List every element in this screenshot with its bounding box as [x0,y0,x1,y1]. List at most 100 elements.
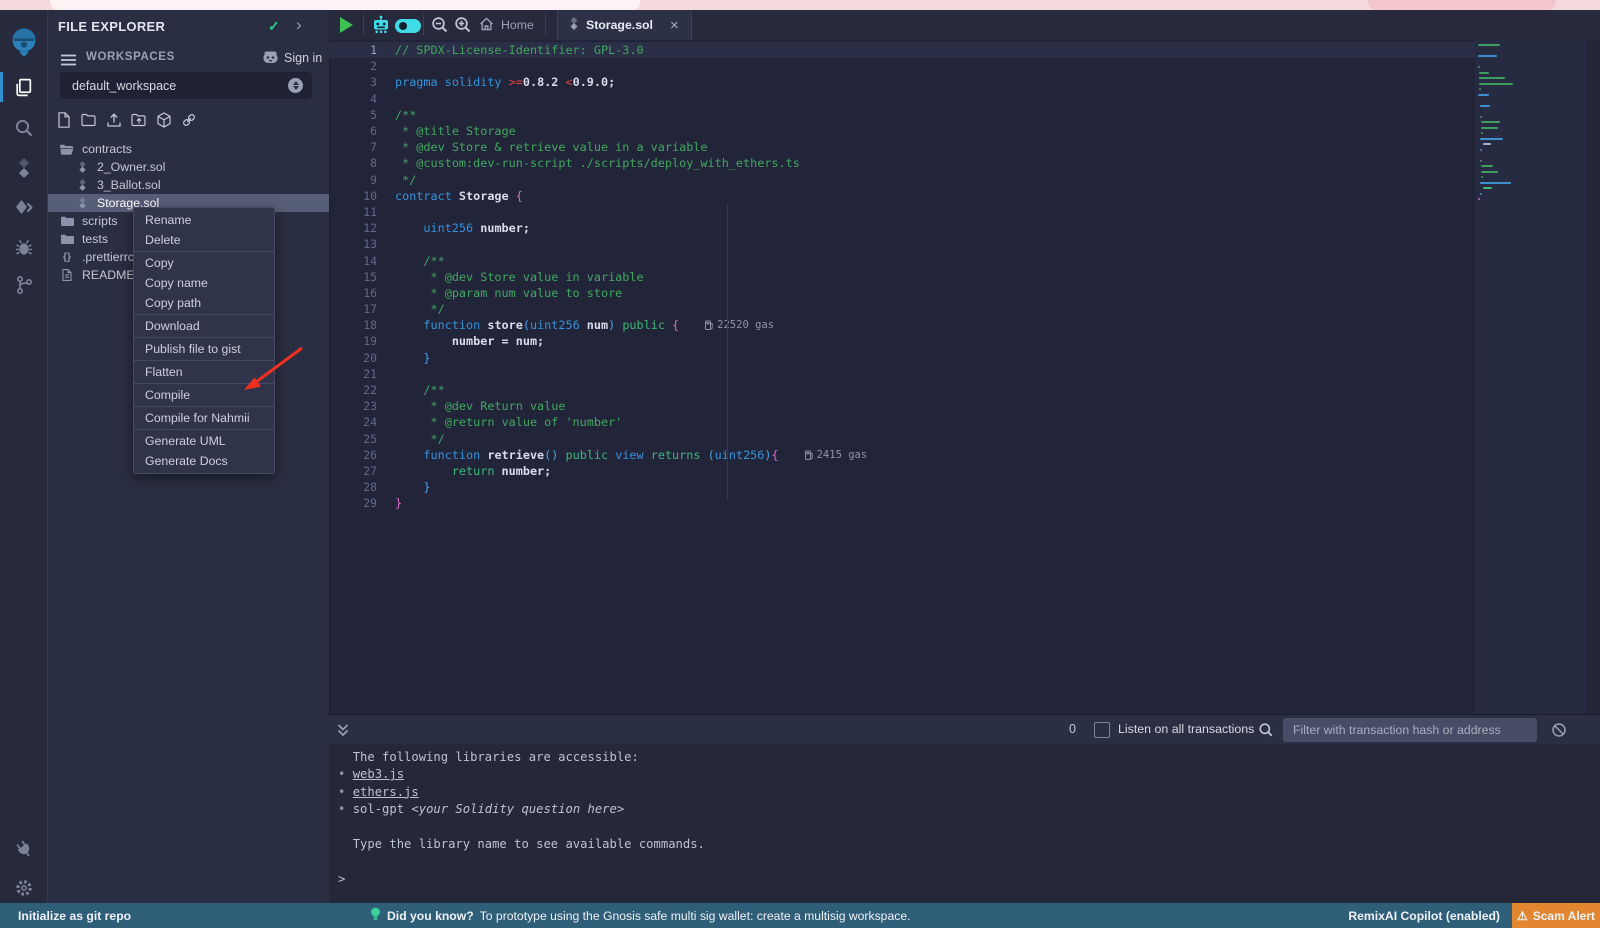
plugin-manager-icon[interactable] [0,832,47,866]
new-file-icon[interactable] [56,112,72,128]
code-line-29[interactable]: 29} [329,495,1475,511]
minimap-line [1481,127,1498,129]
sign-in-button[interactable]: Sign in [262,49,322,67]
line-number: 4 [329,92,377,106]
context-menu-item-generate-uml[interactable]: Generate UML [134,431,274,451]
code-line-20[interactable]: 20 } [329,350,1475,366]
code-line-11[interactable]: 11 [329,204,1475,220]
code-line-3[interactable]: 3pragma solidity >=0.8.2 <0.9.0; [329,74,1475,90]
home-icon [479,17,494,34]
line-number: 17 [329,302,377,316]
code-line-8[interactable]: 8 * @custom:dev-run-script ./scripts/dep… [329,155,1475,171]
search-icon[interactable] [0,111,47,145]
context-menu-item-copy-name[interactable]: Copy name [134,273,274,293]
minimap-line [1480,149,1482,151]
collapse-chevron-icon[interactable]: › [296,15,302,35]
solidity-file-icon [569,17,579,33]
copilot-toggle[interactable] [395,19,421,33]
code-line-2[interactable]: 2 [329,58,1475,74]
code-line-6[interactable]: 6 * @title Storage [329,123,1475,139]
terminal-link[interactable]: web3.js [353,767,404,781]
terminal-output[interactable]: > The following libraries are accessible… [329,744,1600,903]
zoom-out-icon[interactable] [430,15,450,40]
code-line-13[interactable]: 13 [329,236,1475,252]
code-line-25[interactable]: 25 */ [329,431,1475,447]
init-git-repo-button[interactable]: Initialize as git repo [18,903,131,928]
upload-folder-icon[interactable] [131,112,147,128]
workspaces-menu-icon[interactable] [61,53,76,71]
tab-home[interactable]: Home [479,10,534,40]
gas-estimate-badge: 22520 gas [705,319,774,331]
minimap-line [1478,44,1500,46]
code-line-9[interactable]: 9 */ [329,172,1475,188]
tree-item-3-ballot-sol[interactable]: 3_Ballot.sol [48,176,329,194]
remix-logo[interactable] [0,24,47,62]
code-line-10[interactable]: 10contract Storage { [329,188,1475,204]
workspace-select[interactable]: default_workspace [60,72,312,99]
code-text: * @custom:dev-run-script ./scripts/deplo… [395,156,800,170]
context-menu-item-copy-path[interactable]: Copy path [134,293,274,313]
file-explorer-icon[interactable] [0,70,47,104]
copilot-status[interactable]: RemixAI Copilot (enabled) [1348,903,1500,928]
run-script-button[interactable] [340,17,353,33]
line-number: 10 [329,189,377,203]
code-line-4[interactable]: 4 [329,91,1475,107]
clear-console-icon[interactable] [1551,722,1567,743]
code-line-26[interactable]: 26 function retrieve() public view retur… [329,447,1475,463]
workspace-stepper-icon[interactable] [288,78,303,93]
collapse-terminal-icon[interactable] [336,723,350,743]
context-menu-item-generate-docs[interactable]: Generate Docs [134,451,274,471]
code-line-22[interactable]: 22 /** [329,382,1475,398]
workspaces-label: WORKSPACES [86,51,175,63]
context-menu-item-compile-for-nahmii[interactable]: Compile for Nahmii [134,408,274,428]
transaction-filter-input[interactable] [1283,718,1537,742]
code-line-7[interactable]: 7 * @dev Store & retrieve value in a var… [329,139,1475,155]
github-icon [262,49,279,67]
code-line-18[interactable]: 18 function store(uint256 num) public {2… [329,317,1475,333]
solidity-icon [75,197,89,209]
settings-gear-icon[interactable] [0,871,47,905]
listen-all-transactions-checkbox[interactable] [1094,722,1110,738]
tab-close-icon[interactable]: × [670,17,679,34]
context-menu-item-rename[interactable]: Rename [134,210,274,230]
terminal-link[interactable]: ethers.js [353,785,419,799]
code-line-28[interactable]: 28 } [329,479,1475,495]
zoom-in-icon[interactable] [453,15,473,40]
tab-storage-sol[interactable]: Storage.sol × [557,10,692,40]
editor-scrollbar-track[interactable] [1587,40,1600,714]
solidity-compiler-icon[interactable] [0,151,47,185]
terminal-prompt[interactable]: > [338,872,345,886]
code-line-1[interactable]: 1// SPDX-License-Identifier: GPL-3.0 [329,42,1475,58]
context-menu-item-download[interactable]: Download [134,316,274,336]
terminal-search-icon[interactable] [1258,722,1274,743]
code-line-21[interactable]: 21 [329,366,1475,382]
file-icon [60,269,74,281]
code-line-12[interactable]: 12 uint256 number; [329,220,1475,236]
code-line-19[interactable]: 19 number = num; [329,333,1475,349]
remix-ai-robot-icon[interactable] [371,15,391,40]
terminal-line: • web3.js [338,767,404,781]
tree-item-contracts[interactable]: contracts [48,140,329,158]
deploy-and-run-icon[interactable] [0,191,47,225]
git-icon[interactable] [0,268,47,302]
context-menu-item-delete[interactable]: Delete [134,230,274,250]
link-icon[interactable] [181,112,197,128]
code-line-14[interactable]: 14 /** [329,252,1475,268]
editor-minimap[interactable] [1475,40,1587,714]
code-line-15[interactable]: 15 * @dev Store value in variable [329,269,1475,285]
new-folder-icon[interactable] [81,112,97,128]
debugger-icon[interactable] [0,231,47,265]
context-menu-item-copy[interactable]: Copy [134,253,274,273]
code-line-27[interactable]: 27 return number; [329,463,1475,479]
tree-item-2-owner-sol[interactable]: 2_Owner.sol [48,158,329,176]
code-editor[interactable]: 1// SPDX-License-Identifier: GPL-3.023pr… [329,42,1475,714]
upload-file-icon[interactable] [106,112,122,128]
terminal-toolbar: 0 Listen on all transactions [329,714,1600,745]
code-line-5[interactable]: 5/** [329,107,1475,123]
scam-alert-badge[interactable]: ⚠ Scam Alert [1512,903,1600,928]
cube-icon[interactable] [156,112,172,128]
code-line-23[interactable]: 23 * @dev Return value [329,398,1475,414]
code-line-17[interactable]: 17 */ [329,301,1475,317]
code-line-16[interactable]: 16 * @param num value to store [329,285,1475,301]
code-line-24[interactable]: 24 * @return value of 'number' [329,414,1475,430]
